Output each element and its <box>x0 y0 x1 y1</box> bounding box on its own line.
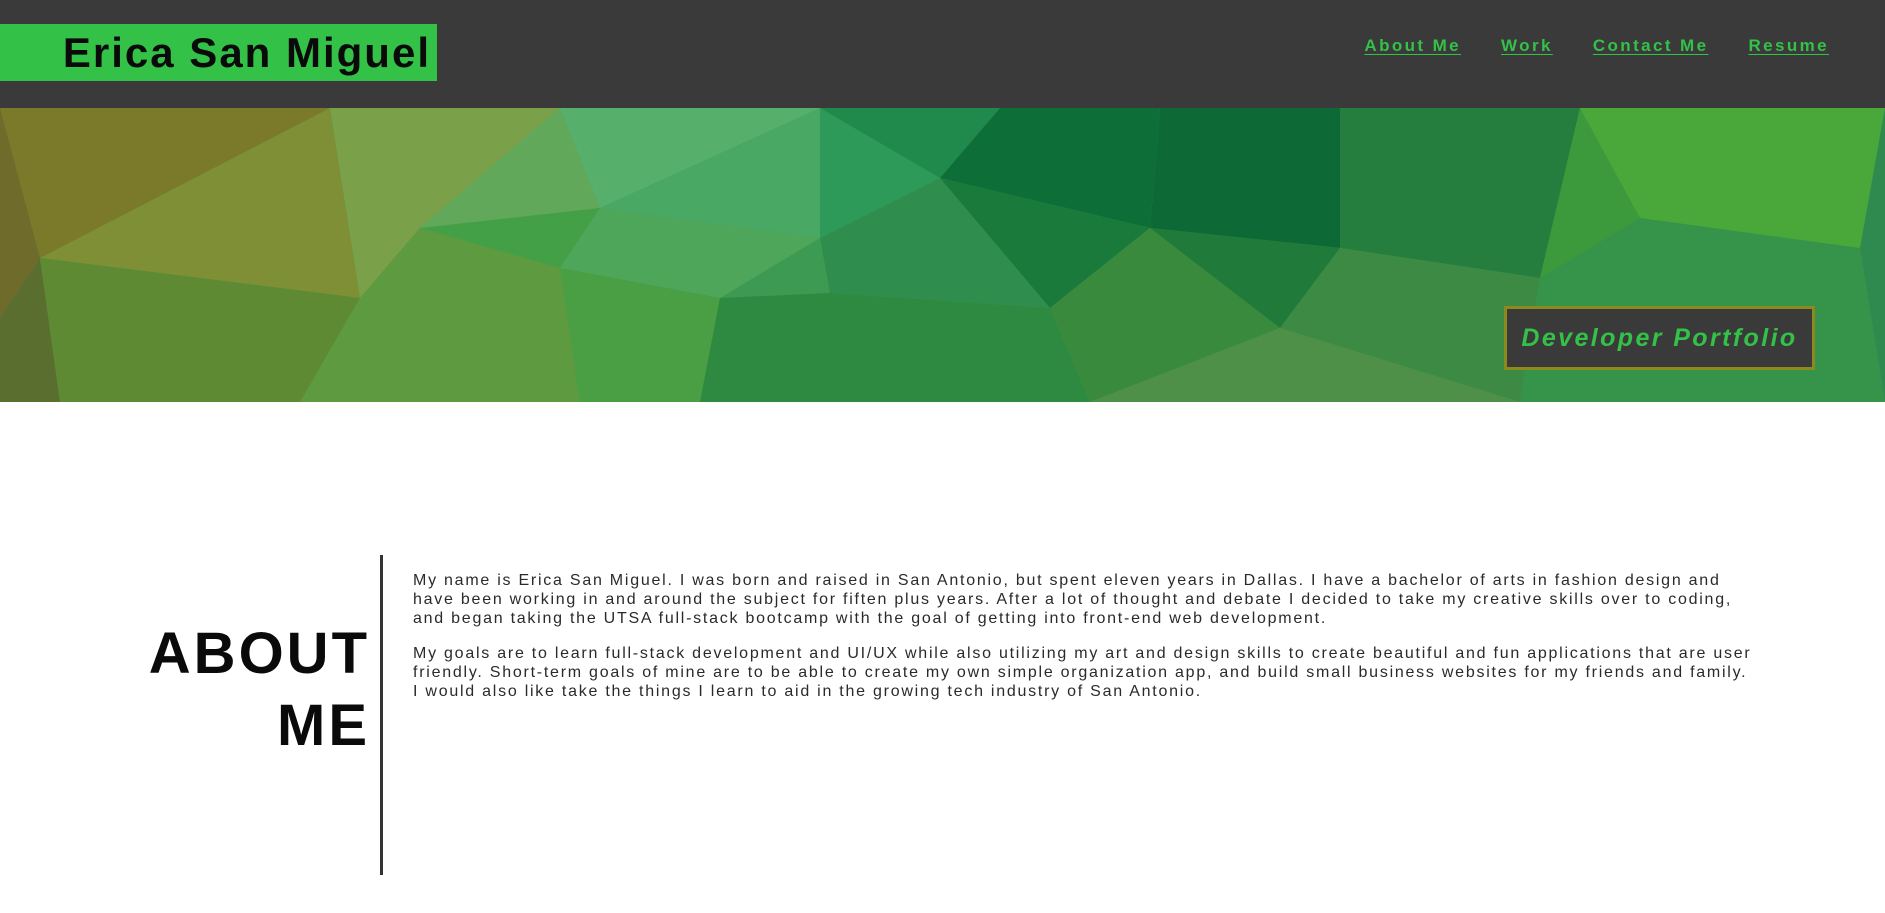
vertical-divider <box>380 555 383 875</box>
site-header: Erica San Miguel About Me Work Contact M… <box>0 0 1885 108</box>
about-section: ABOUT ME My name is Erica San Miguel. I … <box>0 402 1885 913</box>
logo[interactable]: Erica San Miguel <box>0 24 437 81</box>
about-heading-line1: ABOUT <box>148 621 370 686</box>
logo-text: Erica San Miguel <box>62 28 431 76</box>
about-body: My name is Erica San Miguel. I was born … <box>413 571 1753 717</box>
badge-text: Developer Portfolio <box>1521 323 1798 352</box>
main-nav: About Me Work Contact Me Resume <box>1364 36 1829 56</box>
about-heading: ABOUT ME <box>120 618 370 762</box>
hero-banner: Developer Portfolio <box>0 108 1885 402</box>
nav-link-about-me[interactable]: About Me <box>1364 36 1461 56</box>
nav-link-contact-me[interactable]: Contact Me <box>1593 36 1709 56</box>
developer-portfolio-badge: Developer Portfolio <box>1504 306 1815 370</box>
about-paragraph-1: My name is Erica San Miguel. I was born … <box>413 572 1733 627</box>
nav-link-resume[interactable]: Resume <box>1748 36 1829 56</box>
about-paragraph-2: My goals are to learn full-stack develop… <box>413 645 1752 700</box>
about-heading-line2: ME <box>277 693 370 758</box>
nav-link-work[interactable]: Work <box>1501 36 1553 56</box>
